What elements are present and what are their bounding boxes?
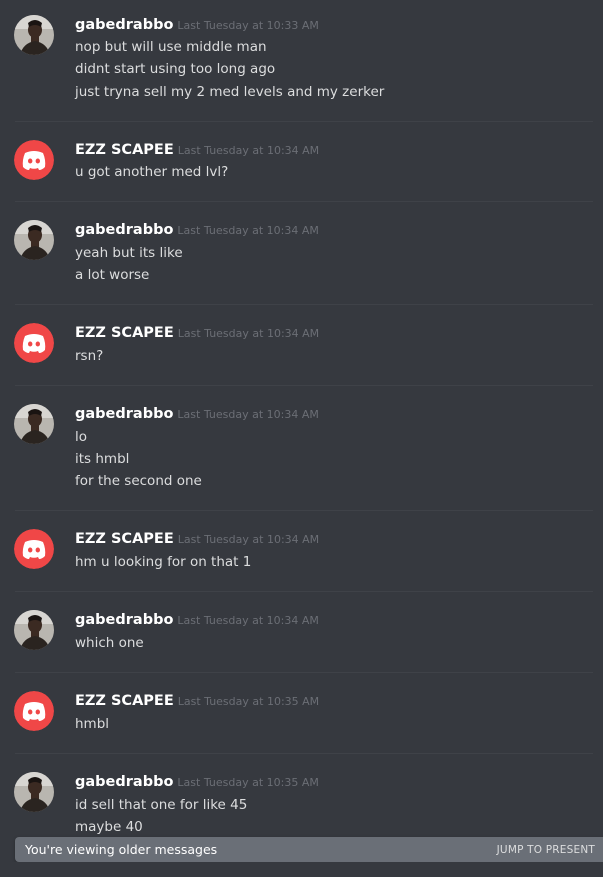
username[interactable]: EZZ SCAPEE (75, 693, 174, 709)
message-text: lo (75, 429, 88, 445)
message-text: hmbl (75, 716, 110, 732)
message-text: nop but will use middle man (75, 39, 267, 55)
bottom-spacer (0, 862, 603, 877)
message-divider (15, 672, 593, 673)
chat-message-list[interactable]: gabedrabbo Last Tuesday at 10:33 AM nop b… (0, 0, 603, 877)
photo-avatar-icon[interactable] (14, 610, 54, 650)
discord-logo-icon[interactable] (14, 691, 54, 731)
message-text: hm u looking for on that 1 (75, 554, 252, 570)
message-divider (15, 510, 593, 511)
username[interactable]: gabedrabbo (75, 774, 173, 790)
timestamp: Last Tuesday at 10:35 AM (177, 776, 319, 789)
older-messages-banner: You're viewing older messages JUMP TO PR… (15, 837, 603, 862)
message-header: EZZ SCAPEE Last Tuesday at 10:34 AM (75, 529, 319, 549)
older-messages-text: You're viewing older messages (25, 842, 218, 857)
photo-avatar-icon[interactable] (14, 220, 54, 260)
discord-logo-icon[interactable] (14, 323, 54, 363)
message-header: EZZ SCAPEE Last Tuesday at 10:34 AM (75, 323, 319, 343)
message-text: id sell that one for like 45 (75, 797, 248, 813)
photo-avatar-icon[interactable] (14, 15, 54, 55)
photo-avatar-icon[interactable] (14, 404, 54, 444)
message-text: maybe 40 (75, 819, 143, 835)
message-text: its hmbl (75, 451, 130, 467)
message-header: gabedrabbo Last Tuesday at 10:34 AM (75, 220, 319, 240)
message-text: didnt start using too long ago (75, 61, 276, 77)
message-divider (15, 753, 593, 754)
username[interactable]: EZZ SCAPEE (75, 325, 174, 341)
message-divider (15, 121, 593, 122)
message-header: gabedrabbo Last Tuesday at 10:33 AM (75, 15, 319, 35)
discord-logo-icon[interactable] (14, 140, 54, 180)
username[interactable]: EZZ SCAPEE (75, 531, 174, 547)
timestamp: Last Tuesday at 10:34 AM (177, 224, 319, 237)
message-divider (15, 591, 593, 592)
message-text: for the second one (75, 473, 202, 489)
timestamp: Last Tuesday at 10:34 AM (177, 327, 320, 340)
discord-logo-icon[interactable] (14, 529, 54, 569)
timestamp: Last Tuesday at 10:34 AM (177, 408, 319, 421)
message-text: just tryna sell my 2 med levels and my z… (75, 84, 385, 100)
message-divider (15, 201, 593, 202)
timestamp: Last Tuesday at 10:34 AM (177, 533, 320, 546)
timestamp: Last Tuesday at 10:35 AM (177, 695, 320, 708)
message-text: u got another med lvl? (75, 164, 229, 180)
message-text: yeah but its like (75, 245, 183, 261)
timestamp: Last Tuesday at 10:34 AM (177, 144, 320, 157)
timestamp: Last Tuesday at 10:33 AM (177, 19, 319, 32)
message-text: rsn? (75, 348, 104, 364)
message-divider (15, 385, 593, 386)
message-text: a lot worse (75, 267, 150, 283)
message-header: gabedrabbo Last Tuesday at 10:34 AM (75, 404, 319, 424)
photo-avatar-icon[interactable] (14, 772, 54, 812)
message-header: EZZ SCAPEE Last Tuesday at 10:34 AM (75, 140, 319, 160)
username[interactable]: gabedrabbo (75, 17, 173, 33)
message-divider (15, 304, 593, 305)
username[interactable]: gabedrabbo (75, 222, 173, 238)
timestamp: Last Tuesday at 10:34 AM (177, 614, 319, 627)
jump-to-present-button[interactable]: JUMP TO PRESENT (497, 843, 595, 857)
username[interactable]: gabedrabbo (75, 406, 173, 422)
message-header: gabedrabbo Last Tuesday at 10:34 AM (75, 610, 319, 630)
username[interactable]: gabedrabbo (75, 612, 173, 628)
message-header: EZZ SCAPEE Last Tuesday at 10:35 AM (75, 691, 319, 711)
message-header: gabedrabbo Last Tuesday at 10:35 AM (75, 772, 319, 792)
message-text: which one (75, 635, 144, 651)
username[interactable]: EZZ SCAPEE (75, 142, 174, 158)
